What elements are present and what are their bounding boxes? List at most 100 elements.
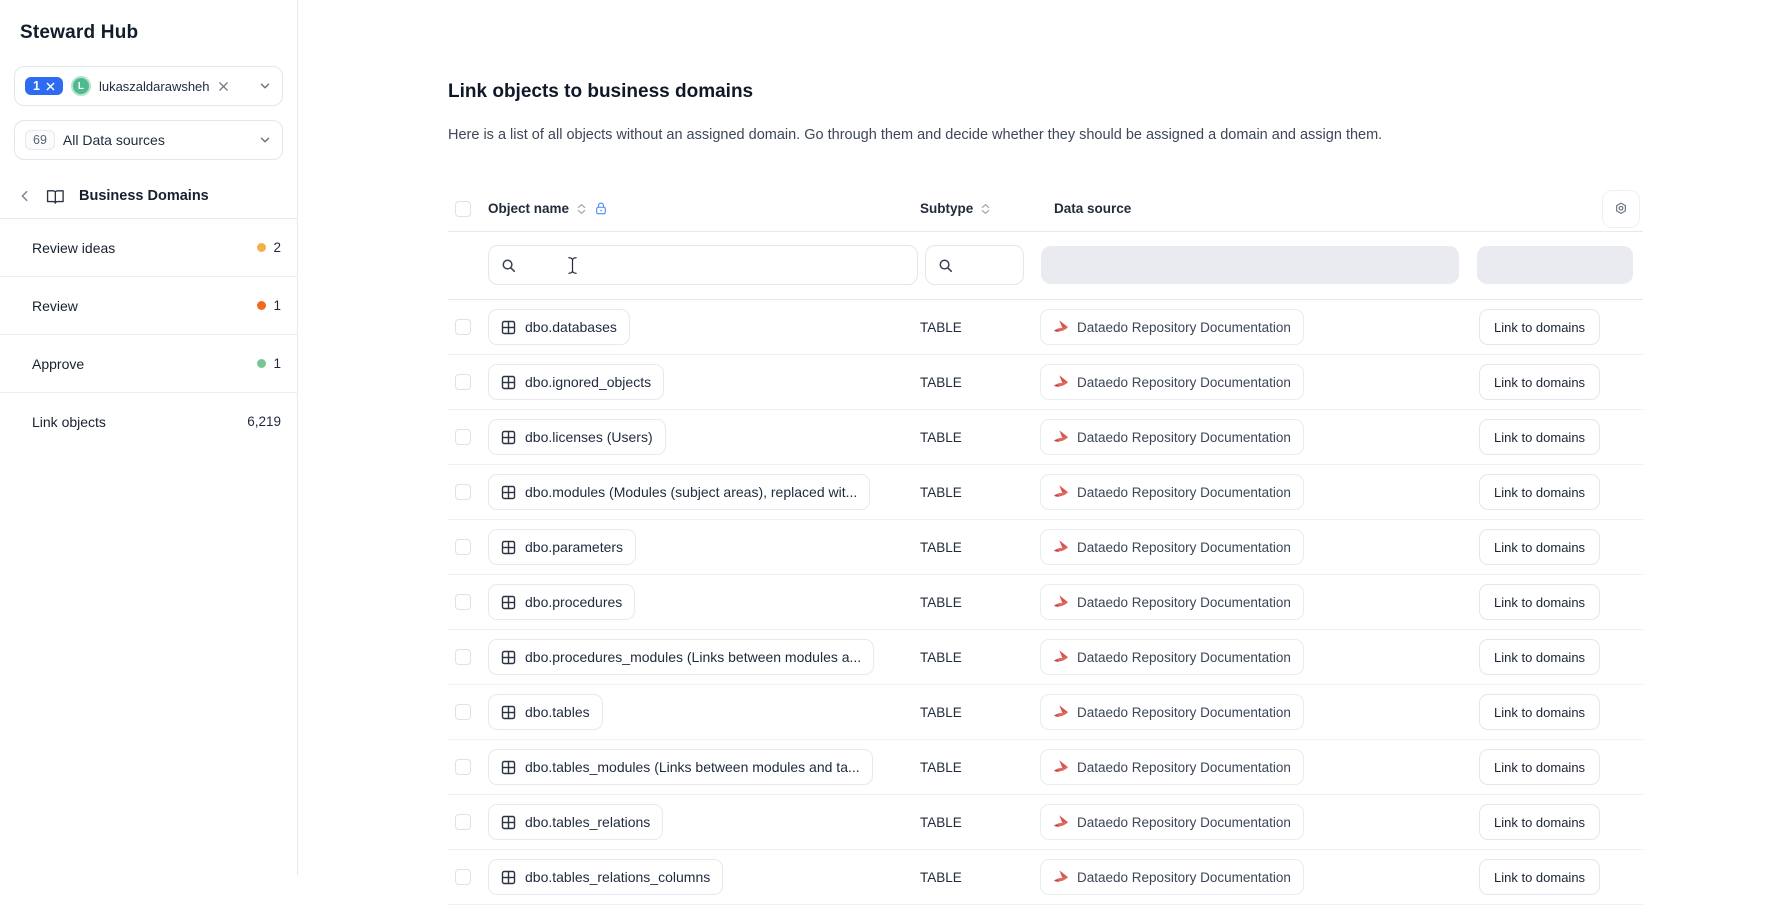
table-grid-icon — [501, 815, 516, 829]
back-button[interactable] — [18, 189, 32, 203]
link-to-domains-button[interactable]: Link to domains — [1479, 364, 1601, 400]
subtype-value: TABLE — [920, 484, 962, 500]
data-source-chip[interactable]: Dataedo Repository Documentation — [1040, 474, 1304, 510]
object-name-text: dbo.procedures_modules (Links between mo… — [525, 649, 862, 665]
data-source-chip[interactable]: Dataedo Repository Documentation — [1040, 749, 1304, 785]
column-header-subtype: Subtype — [920, 201, 974, 216]
row-checkbox[interactable] — [455, 649, 471, 665]
link-to-domains-label: Link to domains — [1494, 374, 1586, 390]
table-grid-icon — [501, 540, 516, 554]
close-icon[interactable] — [46, 82, 55, 91]
data-source-chip[interactable]: Dataedo Repository Documentation — [1040, 584, 1304, 620]
link-to-domains-label: Link to domains — [1494, 484, 1586, 500]
sidebar-item-count: 6,219 — [247, 414, 281, 429]
object-name-search-input[interactable] — [488, 245, 918, 285]
subtype-value: TABLE — [920, 814, 962, 830]
object-name-chip[interactable]: dbo.tables_relations_columns — [488, 859, 724, 895]
link-to-domains-button[interactable]: Link to domains — [1479, 859, 1601, 895]
row-checkbox[interactable] — [455, 869, 471, 885]
data-source-chip[interactable]: Dataedo Repository Documentation — [1040, 859, 1304, 895]
column-header-object-name: Object name — [488, 201, 570, 216]
object-name-chip[interactable]: dbo.modules (Modules (subject areas), re… — [488, 474, 871, 510]
select-all-checkbox[interactable] — [455, 200, 471, 217]
object-name-chip[interactable]: dbo.tables — [488, 694, 603, 730]
data-source-chip[interactable]: Dataedo Repository Documentation — [1040, 419, 1304, 455]
row-checkbox[interactable] — [455, 429, 471, 445]
chevron-down-icon[interactable] — [258, 133, 272, 147]
link-to-domains-button[interactable]: Link to domains — [1479, 474, 1601, 510]
table-grid-icon — [501, 485, 516, 499]
data-source-chip[interactable]: Dataedo Repository Documentation — [1040, 804, 1304, 840]
link-to-domains-button[interactable]: Link to domains — [1479, 419, 1601, 455]
status-dot — [257, 301, 267, 310]
sidebar-item-review-ideas[interactable]: Review ideas 2 — [0, 219, 297, 277]
link-to-domains-button[interactable]: Link to domains — [1479, 639, 1601, 675]
sort-icon[interactable] — [575, 202, 588, 216]
object-name-chip[interactable]: dbo.licenses (Users) — [488, 419, 666, 455]
table-header-row: Object name Subtype Data source — [448, 186, 1643, 232]
table-settings-button[interactable] — [1602, 190, 1640, 228]
object-name-chip[interactable]: dbo.procedures — [488, 584, 636, 620]
table-row: dbo.tables_relations_columns TABLE Datae… — [448, 850, 1643, 905]
link-to-domains-button[interactable]: Link to domains — [1479, 694, 1601, 730]
subtype-value: TABLE — [920, 539, 962, 555]
row-checkbox[interactable] — [455, 814, 471, 830]
sort-icon[interactable] — [979, 202, 992, 216]
data-source-chip[interactable]: Dataedo Repository Documentation — [1040, 309, 1304, 345]
data-source-chip[interactable]: Dataedo Repository Documentation — [1040, 639, 1304, 675]
user-filter-select[interactable]: 1 L lukaszaldarawsheh — [14, 66, 283, 106]
subtype-value: TABLE — [920, 429, 962, 445]
sidebar-item-link-objects[interactable]: Link objects 6,219 — [0, 393, 297, 450]
user-filter-label: lukaszaldarawsheh — [98, 78, 210, 94]
row-checkbox[interactable] — [455, 374, 471, 390]
row-checkbox[interactable] — [455, 759, 471, 775]
link-to-domains-label: Link to domains — [1494, 319, 1586, 335]
table-body: dbo.databases TABLE Dataedo Repository D… — [448, 300, 1643, 905]
table-grid-icon — [501, 430, 516, 444]
data-source-chip[interactable]: Dataedo Repository Documentation — [1040, 529, 1304, 565]
row-checkbox[interactable] — [455, 539, 471, 555]
lock-icon[interactable] — [594, 201, 608, 216]
object-name-chip[interactable]: dbo.procedures_modules (Links between mo… — [488, 639, 875, 675]
data-source-text: Dataedo Repository Documentation — [1077, 539, 1291, 555]
data-source-filter-select[interactable]: 69 All Data sources — [14, 120, 283, 160]
selected-count-chip[interactable]: 1 — [25, 76, 63, 96]
data-source-filter-label: All Data sources — [62, 132, 165, 148]
object-name-text: dbo.tables_modules (Links between module… — [525, 759, 860, 775]
sidebar-item-review[interactable]: Review 1 — [0, 277, 297, 335]
row-checkbox[interactable] — [455, 484, 471, 500]
object-name-chip[interactable]: dbo.tables_relations — [488, 804, 664, 840]
link-to-domains-label: Link to domains — [1494, 704, 1586, 720]
text-cursor-ibeam — [567, 256, 578, 275]
chevron-down-icon[interactable] — [258, 79, 272, 93]
sidebar-item-approve[interactable]: Approve 1 — [0, 335, 297, 393]
object-name-chip[interactable]: dbo.tables_modules (Links between module… — [488, 749, 873, 785]
subtype-value: TABLE — [920, 869, 962, 885]
data-source-chip[interactable]: Dataedo Repository Documentation — [1040, 364, 1304, 400]
page-description: Here is a list of all objects without an… — [448, 127, 1383, 143]
link-to-domains-button[interactable]: Link to domains — [1479, 584, 1601, 620]
object-name-text: dbo.tables_relations — [525, 814, 651, 830]
subtype-search-input[interactable] — [925, 245, 1024, 285]
link-to-domains-button[interactable]: Link to domains — [1479, 529, 1601, 565]
object-name-chip[interactable]: dbo.ignored_objects — [488, 364, 665, 400]
row-checkbox[interactable] — [455, 594, 471, 610]
data-source-chip[interactable]: Dataedo Repository Documentation — [1040, 694, 1304, 730]
table-grid-icon — [501, 375, 516, 389]
table-filter-row — [448, 232, 1643, 300]
row-checkbox[interactable] — [455, 319, 471, 335]
dataedo-logo-icon — [1054, 485, 1068, 497]
object-name-chip[interactable]: dbo.parameters — [488, 529, 637, 565]
dataedo-logo-icon — [1054, 320, 1068, 332]
row-checkbox[interactable] — [455, 704, 471, 720]
link-to-domains-button[interactable]: Link to domains — [1479, 749, 1601, 785]
link-to-domains-button[interactable]: Link to domains — [1479, 309, 1601, 345]
subtype-value: TABLE — [920, 704, 962, 720]
subtype-value: TABLE — [920, 319, 962, 335]
table-grid-icon — [501, 320, 516, 334]
link-to-domains-button[interactable]: Link to domains — [1479, 804, 1601, 840]
page-title: Link objects to business domains — [448, 81, 754, 102]
sidebar-item-count: 2 — [273, 240, 281, 255]
remove-user-filter-button[interactable] — [218, 81, 229, 92]
object-name-chip[interactable]: dbo.databases — [488, 309, 630, 345]
